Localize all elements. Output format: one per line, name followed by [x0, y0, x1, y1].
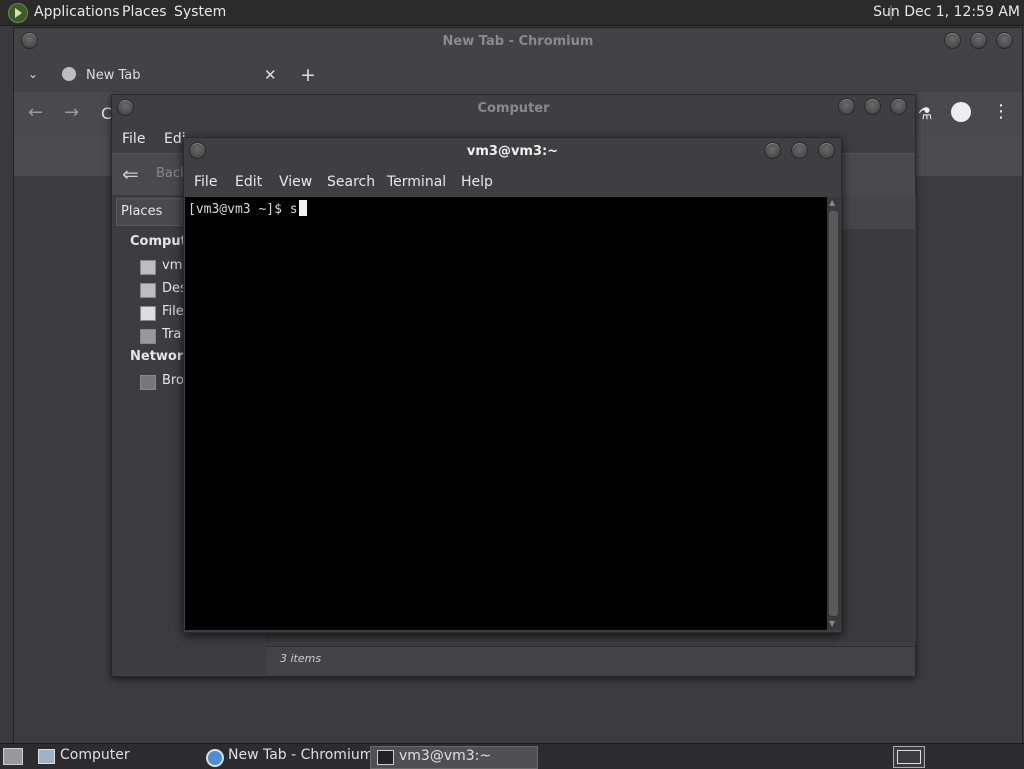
trash-icon: [140, 329, 156, 344]
tab-new-tab[interactable]: New Tab ✕: [54, 62, 294, 92]
back-arrow-icon[interactable]: ←: [28, 102, 43, 123]
system-menu[interactable]: System: [174, 4, 226, 20]
maximize-button[interactable]: [864, 98, 881, 115]
scroll-down-arrow-icon[interactable]: ▼: [829, 619, 835, 628]
taskbar-label: New Tab - Chromium: [228, 747, 374, 763]
window-title: Computer: [477, 101, 550, 116]
tab-title: New Tab: [86, 68, 141, 83]
distro-logo-icon[interactable]: [8, 3, 28, 23]
status-bar: 3 items: [267, 646, 915, 675]
sidebar-item-filesystem[interactable]: File: [162, 304, 184, 319]
menu-terminal[interactable]: Terminal: [387, 174, 446, 190]
profile-avatar-icon[interactable]: [951, 102, 971, 122]
minimize-button[interactable]: [838, 98, 855, 115]
top-panel: Applications Places System Sun Dec 1, 12…: [0, 0, 1024, 26]
close-button[interactable]: [996, 32, 1013, 49]
applications-menu[interactable]: Applications: [34, 4, 120, 20]
terminal-window: vm3@vm3:~ File Edit View Search Terminal…: [183, 137, 842, 633]
labs-flask-icon[interactable]: ⚗: [918, 104, 932, 123]
taskbar-item-terminal[interactable]: vm3@vm3:~: [370, 746, 538, 769]
show-desktop-icon[interactable]: [3, 748, 23, 765]
menu-edit[interactable]: Edit: [235, 174, 262, 190]
bottom-panel: Computer New Tab - Chromium vm3@vm3:~: [0, 743, 1024, 769]
places-label: Places: [121, 204, 163, 219]
minimize-button[interactable]: [944, 32, 961, 49]
menu-view[interactable]: View: [279, 174, 312, 190]
places-menu[interactable]: Places: [122, 4, 167, 20]
terminal-titlebar[interactable]: vm3@vm3:~: [184, 138, 841, 166]
tab-strip: ⌄ New Tab ✕ +: [14, 62, 1022, 92]
sidebar-item-trash[interactable]: Tra: [162, 327, 181, 342]
desktop-folder-icon: [140, 283, 156, 298]
taskbar-item-chromium[interactable]: New Tab - Chromium: [200, 746, 373, 767]
taskbar-item-computer[interactable]: Computer: [32, 746, 198, 767]
taskbar-label: Computer: [60, 747, 130, 763]
terminal-output: [vm3@vm3 ~]$ s: [188, 200, 307, 217]
file-manager-titlebar[interactable]: Computer: [112, 95, 915, 123]
window-title: vm3@vm3:~: [466, 144, 559, 159]
new-tab-plus-icon[interactable]: +: [300, 64, 316, 86]
clock[interactable]: Sun Dec 1, 12:59 AM: [873, 4, 1020, 20]
menu-help[interactable]: Help: [461, 174, 493, 190]
minimize-button[interactable]: [764, 142, 781, 159]
workspace-switcher[interactable]: [893, 746, 925, 768]
sidebar-item-browse-network[interactable]: Bro: [162, 373, 184, 388]
close-tab-icon[interactable]: ✕: [264, 66, 277, 84]
shell-prompt-line: [vm3@vm3 ~]$ s: [188, 202, 298, 217]
status-item-count: 3 items: [280, 652, 322, 665]
close-button[interactable]: [818, 142, 835, 159]
maximize-button[interactable]: [791, 142, 808, 159]
menu-search[interactable]: Search: [327, 174, 375, 190]
window-title: New Tab - Chromium: [442, 34, 594, 49]
chromium-titlebar[interactable]: New Tab - Chromium: [14, 28, 1022, 56]
close-button[interactable]: [890, 98, 907, 115]
text-cursor: [298, 200, 307, 216]
scrollbar-thumb[interactable]: [829, 211, 838, 616]
tab-search-chevron-icon[interactable]: ⌄: [28, 67, 38, 81]
back-arrow-icon[interactable]: ⇐: [122, 162, 139, 186]
forward-arrow-icon[interactable]: →: [64, 102, 79, 123]
network-icon: [140, 375, 156, 390]
menu-file[interactable]: File: [194, 174, 217, 190]
computer-icon: [38, 749, 55, 764]
terminal-screen[interactable]: [vm3@vm3 ~]$ s: [185, 197, 827, 630]
scroll-up-arrow-icon[interactable]: ▲: [829, 198, 835, 207]
menu-file[interactable]: File: [122, 131, 145, 147]
taskbar-label: vm3@vm3:~: [399, 748, 492, 764]
filesystem-icon: [140, 306, 156, 321]
globe-icon: [62, 67, 76, 81]
terminal-icon: [377, 750, 394, 765]
home-folder-icon: [140, 260, 156, 275]
chromium-icon: [206, 749, 224, 767]
more-menu-icon[interactable]: ⋮: [992, 101, 1010, 122]
maximize-button[interactable]: [970, 32, 987, 49]
